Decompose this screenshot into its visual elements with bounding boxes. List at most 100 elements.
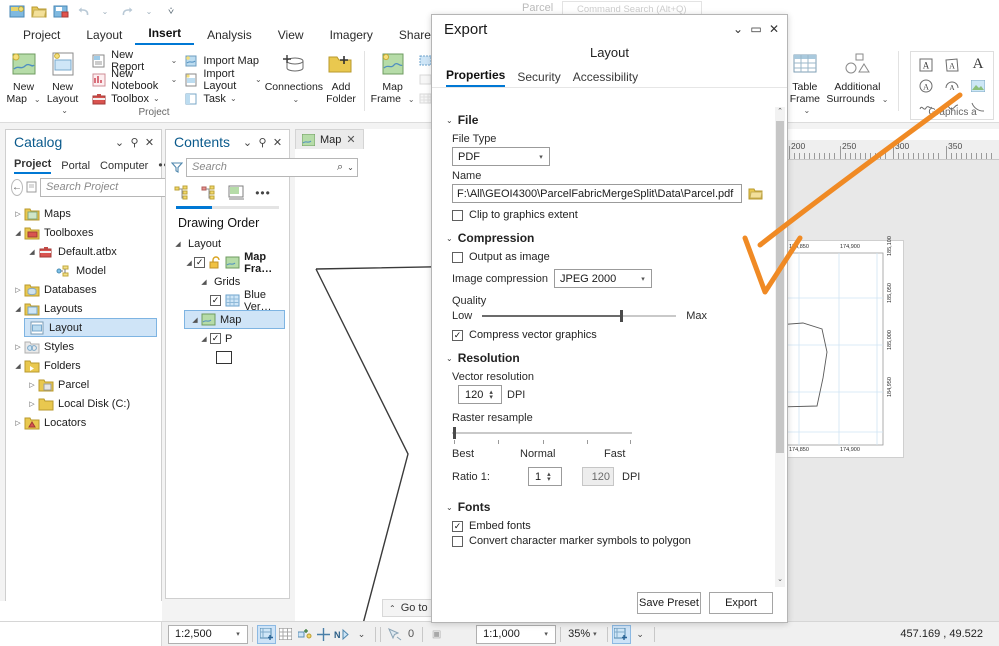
contents-search-icon[interactable]: ⌕: [337, 161, 343, 174]
contents-pin-icon[interactable]: ⚲: [255, 134, 270, 150]
clip-to-graphics-extent-checkbox[interactable]: [452, 209, 463, 221]
ratio-spinner[interactable]: 1 ▴ ▾: [528, 467, 562, 486]
catalog-menu-icon[interactable]: ⌄: [112, 134, 127, 150]
quality-slider-thumb[interactable]: [619, 310, 623, 322]
p-layer-checkbox[interactable]: ✓: [210, 333, 221, 344]
tab-analysis[interactable]: Analysis: [194, 26, 265, 45]
clear-selection-icon[interactable]: ▣: [427, 625, 446, 644]
twisty-expanded-icon[interactable]: ◢: [12, 362, 24, 370]
export-tab-security[interactable]: Security: [517, 70, 560, 87]
twisty-expanded-icon[interactable]: ◢: [26, 248, 38, 256]
list-by-drawing-order-icon[interactable]: [172, 183, 192, 203]
catalog-pin-icon[interactable]: ⚲: [127, 134, 142, 150]
twisty-expanded-icon[interactable]: ◢: [189, 316, 201, 324]
catalog-item-layouts[interactable]: ◢ Layouts: [6, 299, 161, 318]
zoom-dropdown-icon[interactable]: ▾: [593, 630, 597, 638]
twisty-collapsed-icon[interactable]: ▷: [12, 419, 24, 427]
chevron-down-icon[interactable]: ▾: [231, 630, 245, 638]
twisty-collapsed-icon[interactable]: ▷: [26, 381, 38, 389]
output-as-image-row[interactable]: Output as image: [452, 251, 769, 263]
map-frame-checkbox[interactable]: ✓: [194, 257, 206, 268]
section-header-file[interactable]: ⌄ File: [446, 113, 769, 127]
additional-surrounds-caret-icon[interactable]: ⌄: [882, 95, 889, 104]
new-map-button[interactable]: New Map ⌄: [4, 48, 43, 105]
convert-marker-symbols-row[interactable]: Convert character marker symbols to poly…: [452, 535, 769, 547]
spinner-arrows-icon[interactable]: ▴ ▾: [489, 389, 493, 401]
unlock-icon[interactable]: [208, 255, 224, 271]
save-project-icon[interactable]: [6, 2, 28, 22]
twisty-expanded-icon[interactable]: ◢: [184, 259, 194, 267]
selection-tool-icon[interactable]: [385, 625, 404, 644]
add-data-tool-icon[interactable]: [257, 624, 276, 644]
toolbox-button[interactable]: Toolbox ⌄: [88, 89, 180, 108]
layout-add-tool-icon[interactable]: [611, 624, 631, 644]
catalog-item-layout[interactable]: Layout: [24, 318, 157, 337]
blue-vertical-checkbox[interactable]: ✓: [210, 295, 221, 306]
new-notebook-button[interactable]: New Notebook ⌄: [88, 68, 180, 92]
dialog-close-icon[interactable]: ✕: [765, 19, 783, 39]
toolbox-caret-icon[interactable]: ⌄: [153, 94, 160, 103]
export-button[interactable]: Export: [709, 592, 773, 614]
connections-button[interactable]: Connections ⌄: [265, 48, 323, 105]
contents-item-blue-vertical[interactable]: ✓ Blue Ver…: [166, 289, 289, 313]
open-project-icon[interactable]: [28, 2, 50, 22]
undo-dropdown-icon[interactable]: ⌄: [94, 2, 116, 22]
scroll-down-icon[interactable]: ⌄: [775, 575, 785, 587]
chevron-down-icon[interactable]: ▾: [539, 630, 553, 638]
embed-fonts-checkbox[interactable]: ✓: [452, 520, 463, 532]
compress-vector-graphics-row[interactable]: ✓ Compress vector graphics: [452, 329, 769, 341]
additional-surrounds-button[interactable]: Additional Surrounds ⌄: [825, 48, 890, 105]
list-by-selection-icon[interactable]: [199, 183, 219, 203]
layout-tools-dropdown-icon[interactable]: ⌄: [631, 625, 650, 644]
twisty-expanded-icon[interactable]: ◢: [198, 335, 210, 343]
catalog-item-locators[interactable]: ▷ Locators: [6, 413, 161, 432]
new-map-caret-icon[interactable]: ⌄: [34, 95, 41, 104]
export-tab-accessibility[interactable]: Accessibility: [573, 70, 638, 87]
save-preset-button[interactable]: Save Preset: [637, 592, 701, 614]
contents-item-map-frame[interactable]: ◢ ✓ Map Fra…: [166, 251, 289, 275]
tab-project[interactable]: Project: [10, 26, 73, 45]
customize-qat-icon[interactable]: ⩒: [160, 2, 182, 22]
undo-icon[interactable]: [72, 2, 94, 22]
new-report-caret-icon[interactable]: ⌄: [171, 56, 178, 65]
import-layout-button[interactable]: Import Layout ⌄: [180, 68, 264, 92]
add-folder-button[interactable]: Add Folder: [323, 48, 359, 105]
tab-view[interactable]: View: [265, 26, 317, 45]
chevron-down-icon[interactable]: ▾: [635, 275, 651, 283]
section-header-compression[interactable]: ⌄ Compression: [446, 231, 769, 245]
catalog-item-databases[interactable]: ▷ Databases: [6, 280, 161, 299]
contents-close-icon[interactable]: ✕: [270, 134, 285, 150]
twisty-expanded-icon[interactable]: ◢: [12, 229, 24, 237]
catalog-item-local-disk[interactable]: ▷ Local Disk (C:): [6, 394, 161, 413]
catalog-tab-portal[interactable]: Portal: [61, 160, 90, 174]
export-dialog-scrollbar[interactable]: ⌃ ⌄: [775, 107, 785, 587]
twisty-expanded-icon[interactable]: ◢: [12, 305, 24, 313]
contents-more-icon[interactable]: •••: [253, 183, 273, 203]
catalog-tab-computer[interactable]: Computer: [100, 160, 148, 174]
section-header-resolution[interactable]: ⌄ Resolution: [446, 351, 769, 365]
goto-xy-chevron-icon[interactable]: ⌃: [389, 604, 396, 613]
task-caret-icon[interactable]: ⌄: [230, 94, 237, 103]
map-frame-caret-icon[interactable]: ⌄: [408, 95, 415, 104]
connections-caret-icon[interactable]: ⌄: [293, 95, 300, 104]
scroll-up-icon[interactable]: ⌃: [775, 107, 785, 119]
section-header-fonts[interactable]: ⌄ Fonts: [446, 500, 769, 514]
view-tab-close-icon[interactable]: ✕: [346, 133, 355, 146]
catalog-tab-project[interactable]: Project: [14, 158, 52, 174]
contents-item-p[interactable]: ◢ ✓ P: [166, 329, 289, 348]
polygon-swatch-icon[interactable]: [216, 351, 232, 364]
catalog-history-icon[interactable]: [26, 181, 37, 193]
contents-search-input[interactable]: [190, 160, 337, 174]
catalog-back-icon[interactable]: ←: [11, 178, 23, 196]
contents-item-symbol[interactable]: [166, 348, 289, 367]
zoom-percent[interactable]: 35%: [568, 628, 590, 640]
task-button[interactable]: Task ⌄: [180, 89, 264, 108]
list-by-snapping-icon[interactable]: [226, 183, 246, 203]
catalog-item-model[interactable]: Model: [6, 261, 161, 280]
view-tab-map[interactable]: Map ✕: [295, 129, 364, 149]
clip-to-graphics-extent-row[interactable]: Clip to graphics extent: [452, 209, 769, 221]
contents-item-map[interactable]: ◢ Map: [184, 310, 285, 329]
catalog-item-toolboxes[interactable]: ◢ Toolboxes: [6, 223, 161, 242]
twisty-expanded-icon[interactable]: ◢: [172, 240, 184, 248]
dialog-collapse-icon[interactable]: ⌄: [729, 19, 747, 39]
